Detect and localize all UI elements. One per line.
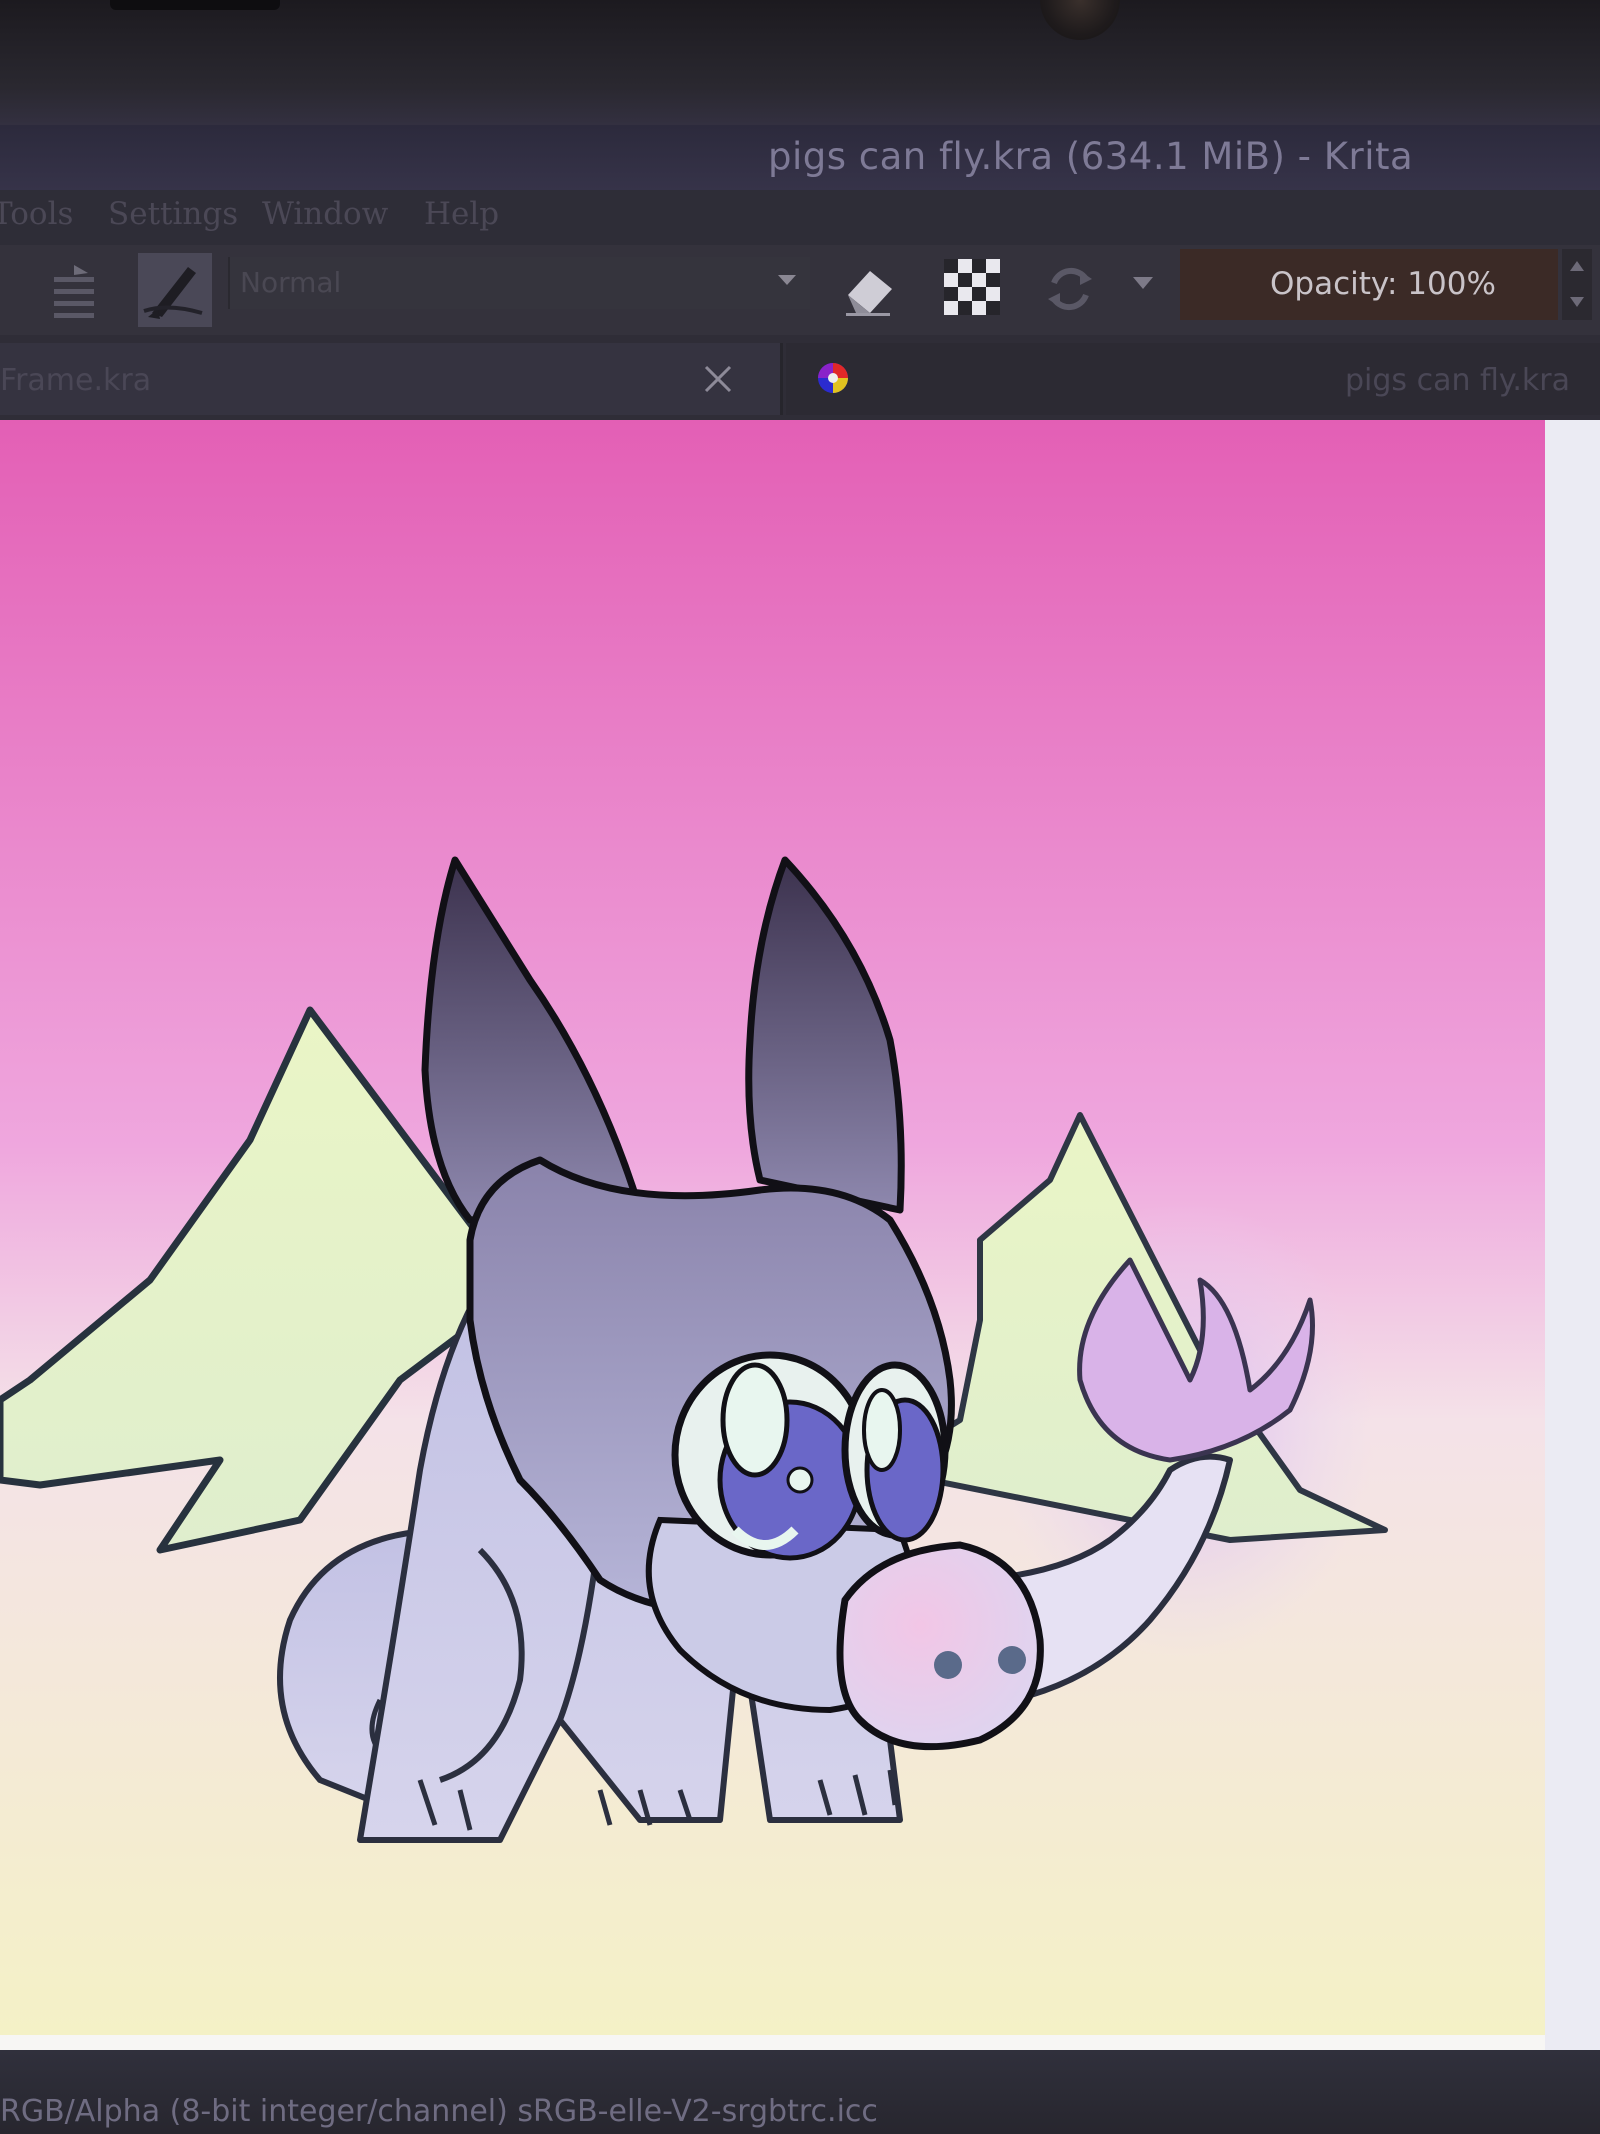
status-bar: RGB/Alpha (8-bit integer/channel) sRGB-e… xyxy=(0,2050,1600,2134)
brush-editor-icon[interactable] xyxy=(138,253,212,327)
blend-mode-select[interactable]: Normal xyxy=(228,257,810,309)
chevron-down-icon xyxy=(778,275,796,285)
opacity-spinner[interactable] xyxy=(1562,249,1592,320)
canvas-area[interactable] xyxy=(0,420,1600,2050)
canvas-margin xyxy=(1545,420,1600,2050)
document-color-icon xyxy=(818,363,848,393)
tab-pigs-can-fly[interactable]: pigs can fly.kra xyxy=(786,343,1600,415)
opacity-value: Opacity: 100% xyxy=(1270,266,1496,302)
tab-pigs-label: pigs can fly.kra xyxy=(1344,363,1570,398)
tab-frame-label: Frame.kra xyxy=(0,363,152,398)
blend-mode-value: Normal xyxy=(240,266,342,299)
menu-tools[interactable]: Tools xyxy=(0,196,73,232)
webcam xyxy=(1040,0,1120,40)
title-bar: pigs can fly.kra (634.1 MiB) - Krita xyxy=(0,125,1600,190)
left-eye-highlight xyxy=(720,1362,790,1478)
bezel-edge xyxy=(110,0,280,10)
menu-settings[interactable]: Settings xyxy=(108,196,238,232)
tool-options-toolbar: Normal Opacity: 100% xyxy=(0,245,1600,335)
menu-window[interactable]: Window xyxy=(262,196,388,232)
menu-help[interactable]: Help xyxy=(424,196,499,232)
brush-presets-icon[interactable] xyxy=(44,263,104,323)
canvas-artwork[interactable] xyxy=(0,420,1600,2050)
eraser-icon[interactable] xyxy=(840,259,900,319)
window-title: pigs can fly.kra (634.1 MiB) - Krita xyxy=(768,135,1414,178)
alpha-lock-icon[interactable] xyxy=(942,257,1002,317)
spinner-arrows-icon xyxy=(1570,261,1584,307)
snout xyxy=(836,1541,1044,1751)
tab-frame[interactable]: Frame.kra xyxy=(0,343,783,415)
color-profile-label: RGB/Alpha (8-bit integer/channel) sRGB-e… xyxy=(0,2094,878,2129)
reload-preset-icon[interactable] xyxy=(1040,259,1100,319)
menu-bar: Tools Settings Window Help xyxy=(0,190,1600,245)
close-icon[interactable] xyxy=(700,361,736,397)
monitor-bezel xyxy=(0,0,1600,125)
left-eye-sparkle xyxy=(786,1466,814,1494)
right-eye-highlight xyxy=(862,1388,902,1472)
dropdown-arrow-icon[interactable] xyxy=(1132,275,1154,291)
document-tab-bar: Frame.kra pigs can fly.kra xyxy=(0,335,1600,420)
right-nostril xyxy=(998,1646,1026,1674)
left-nostril xyxy=(934,1651,962,1679)
opacity-slider[interactable]: Opacity: 100% xyxy=(1180,249,1558,320)
